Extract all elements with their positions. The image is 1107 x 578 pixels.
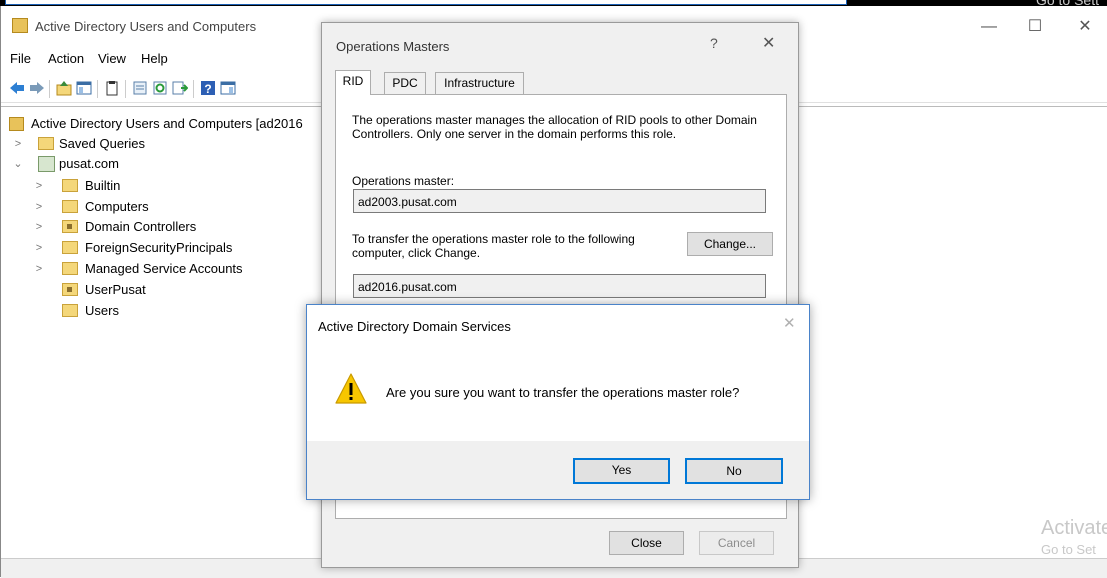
confirm-message: Are you sure you want to transfer the op… — [386, 385, 740, 400]
tab-pdc[interactable]: PDC — [384, 72, 426, 94]
operations-master-label: Operations master: — [352, 174, 455, 188]
ou-folder-icon — [62, 220, 78, 233]
console-tree: Active Directory Users and Computers [ad… — [1, 106, 332, 547]
folder-icon — [38, 137, 54, 150]
back-arrow-icon[interactable] — [9, 80, 25, 96]
aduc-app-icon — [12, 18, 28, 33]
dialog-title: Operations Masters — [336, 39, 450, 54]
activation-watermark: Activate Go to Set — [1041, 517, 1107, 557]
tree-root-label: Active Directory Users and Computers [ad… — [31, 116, 303, 131]
tree-item-label: UserPusat — [85, 282, 146, 297]
change-button[interactable]: Change... — [687, 232, 773, 256]
tree-item-computers[interactable]: > Computers — [1, 197, 301, 217]
yes-button[interactable]: Yes — [573, 458, 670, 484]
toolbar-separator — [97, 80, 98, 98]
no-button[interactable]: No — [685, 458, 783, 484]
chevron-down-icon[interactable]: ⌄ — [13, 154, 23, 174]
role-description: The operations master manages the alloca… — [352, 113, 757, 141]
warning-icon — [335, 373, 367, 404]
dialog-footer: Yes No — [307, 441, 809, 499]
chevron-right-icon[interactable]: > — [34, 238, 44, 258]
chevron-right-icon[interactable]: > — [34, 197, 44, 217]
properties-icon[interactable] — [132, 80, 148, 96]
tree-item-users[interactable]: Users — [1, 301, 301, 321]
window-title: Active Directory Users and Computers — [35, 19, 257, 34]
tree-item-label: Users — [85, 303, 119, 318]
refresh-icon[interactable] — [152, 80, 168, 96]
toolbar-separator — [193, 80, 194, 98]
close-icon[interactable]: ✕ — [762, 33, 775, 53]
tree-item-label: ForeignSecurityPrincipals — [85, 240, 233, 255]
close-icon[interactable]: ✕ — [783, 314, 796, 332]
minimize-button[interactable]: — — [966, 12, 1012, 42]
close-button[interactable]: Close — [609, 531, 684, 555]
tree-item-foreign-security-principals[interactable]: > ForeignSecurityPrincipals — [1, 238, 301, 258]
domain-icon — [38, 156, 55, 172]
maximize-button[interactable]: ☐ — [1012, 12, 1058, 42]
folder-icon — [62, 200, 78, 213]
tab-infrastructure[interactable]: Infrastructure — [435, 72, 524, 94]
chevron-right-icon[interactable]: > — [34, 217, 44, 237]
ou-folder-icon — [62, 283, 78, 296]
show-action-pane-icon[interactable] — [220, 80, 236, 96]
toolbar-separator — [49, 80, 50, 98]
svg-text:?: ? — [204, 82, 211, 96]
help-icon[interactable]: ? — [200, 80, 216, 96]
menu-action[interactable]: Action — [48, 51, 84, 66]
menu-view[interactable]: View — [98, 51, 126, 66]
folder-icon — [62, 241, 78, 254]
up-folder-icon[interactable] — [56, 80, 72, 96]
confirm-transfer-dialog: Active Directory Domain Services ✕ Are y… — [306, 304, 810, 500]
tree-item-label: Saved Queries — [59, 136, 145, 151]
tab-rid[interactable]: RID — [335, 70, 371, 95]
window-close-button[interactable]: ✕ — [1062, 12, 1107, 42]
dialog-title: Active Directory Domain Services — [318, 319, 511, 334]
tree-item-userpusat[interactable]: UserPusat — [1, 280, 301, 300]
folder-icon — [62, 179, 78, 192]
forward-arrow-icon[interactable] — [29, 80, 45, 96]
target-computer-field: ad2016.pusat.com — [353, 274, 766, 298]
tree-item-label: Domain Controllers — [85, 219, 197, 234]
clipboard-icon[interactable] — [104, 80, 120, 96]
toolbar-separator — [125, 80, 126, 98]
tree-item-label: pusat.com — [59, 156, 119, 171]
tree-item-saved-queries[interactable]: > Saved Queries — [1, 134, 301, 154]
aduc-root-icon — [9, 117, 24, 131]
tree-item-label: Managed Service Accounts — [85, 261, 243, 276]
tree-item-label: Builtin — [85, 178, 121, 193]
help-icon[interactable]: ? — [710, 35, 718, 51]
export-list-icon[interactable] — [172, 80, 188, 96]
transfer-instructions: To transfer the operations master role t… — [352, 232, 635, 260]
background-window-edge — [5, 0, 847, 5]
tree-item-domain-controllers[interactable]: > Domain Controllers — [1, 217, 301, 237]
tree-item-label: Computers — [85, 199, 149, 214]
menu-help[interactable]: Help — [141, 51, 168, 66]
folder-icon — [62, 304, 78, 317]
tree-item-domain[interactable]: ⌄ pusat.com — [1, 154, 301, 174]
chevron-right-icon[interactable]: > — [34, 259, 44, 279]
menu-file[interactable]: File — [10, 51, 31, 66]
operations-master-field: ad2003.pusat.com — [353, 189, 766, 213]
folder-icon — [62, 262, 78, 275]
cancel-button: Cancel — [699, 531, 774, 555]
show-hide-console-tree-icon[interactable] — [76, 80, 92, 96]
tree-item-managed-service-accounts[interactable]: > Managed Service Accounts — [1, 259, 301, 279]
tree-item-builtin[interactable]: > Builtin — [1, 176, 301, 196]
chevron-right-icon[interactable]: > — [13, 134, 23, 154]
chevron-right-icon[interactable]: > — [34, 176, 44, 196]
